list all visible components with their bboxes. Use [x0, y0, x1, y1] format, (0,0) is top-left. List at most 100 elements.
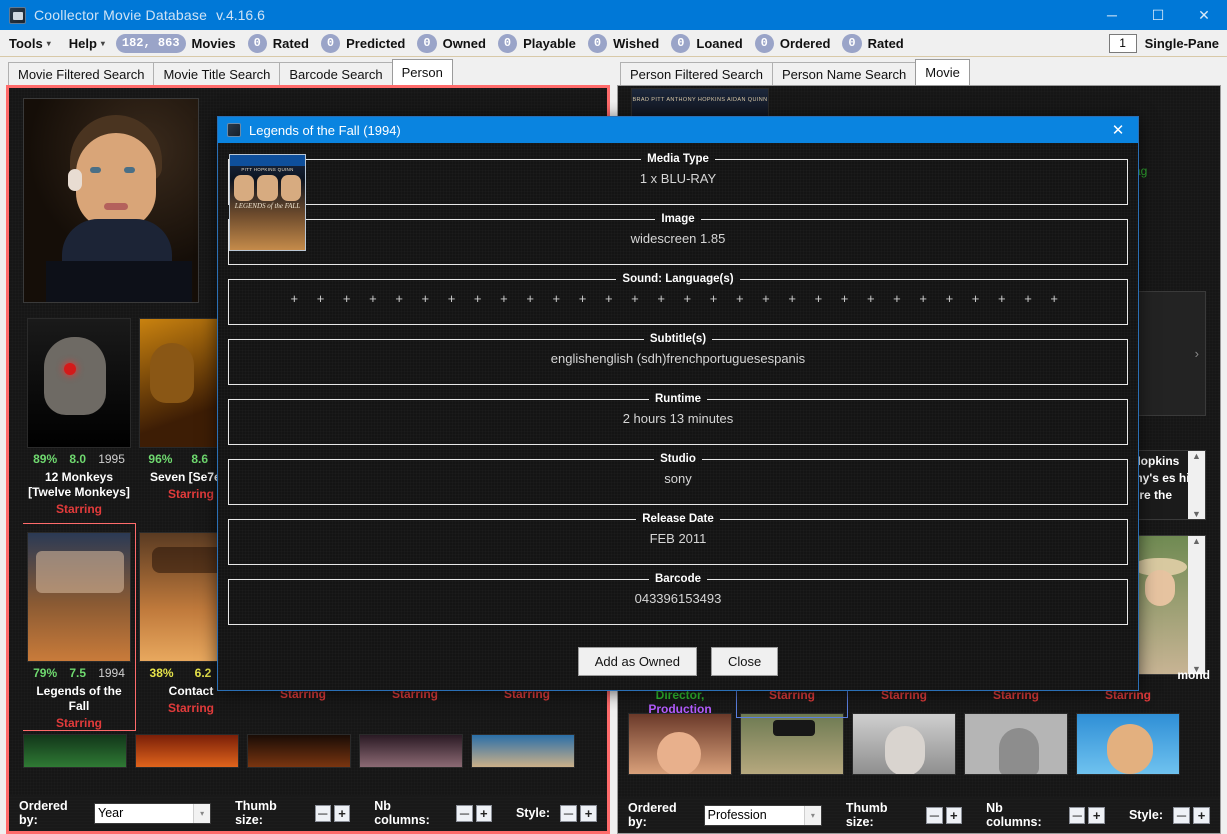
- left-ordered-by-select[interactable]: Year: [94, 802, 212, 824]
- tab-person[interactable]: Person: [391, 59, 453, 85]
- right-thumb-size-minus-button[interactable]: ─: [926, 806, 943, 824]
- right-person-scrollbar[interactable]: ▲ ▼: [1188, 536, 1205, 674]
- left-nb-columns-plus-button[interactable]: +: [475, 804, 492, 822]
- dialog-close-icon[interactable]: ✕: [1098, 117, 1138, 143]
- pane-count-input[interactable]: [1108, 33, 1137, 53]
- right-person-photo[interactable]: ▲ ▼: [1128, 535, 1206, 675]
- dialog-button-row: Add as Owned Close: [228, 647, 1128, 676]
- person-thumbnail[interactable]: [628, 713, 732, 775]
- counter-playable-4[interactable]: 0 Playable: [496, 30, 586, 56]
- left-thumb-size-plus-button[interactable]: +: [333, 804, 351, 822]
- tab-movie-title-search[interactable]: Movie Title Search: [153, 62, 281, 85]
- scroll-up-icon[interactable]: ▲: [1192, 451, 1201, 461]
- movie-role: Starring: [55, 716, 102, 730]
- minimize-icon[interactable]: ─: [1089, 0, 1135, 30]
- counter-predicted-2[interactable]: 0 Predicted: [319, 30, 415, 56]
- movie-poster[interactable]: [23, 734, 127, 768]
- left-ordered-by-select-wrap[interactable]: Year ▾: [94, 802, 212, 824]
- add-as-owned-button[interactable]: Add as Owned: [577, 647, 698, 676]
- left-tab-group: Movie Filtered Search Movie Title Search B…: [8, 57, 453, 85]
- counter-badge: 0: [754, 33, 774, 53]
- right-style-group: Style: ─ +: [1128, 806, 1210, 824]
- right-thumb-size-plus-button[interactable]: +: [945, 806, 963, 824]
- tab-person-filtered-search[interactable]: Person Filtered Search: [620, 62, 773, 85]
- right-style-minus-button[interactable]: ─: [1173, 806, 1190, 824]
- left-nb-columns-minus-button[interactable]: ─: [456, 804, 473, 822]
- movie-card[interactable]: 89% 8.0 1995 12 Monkeys [Twelve Monkeys] Sta…: [23, 310, 135, 516]
- person-thumbnail[interactable]: [964, 713, 1068, 775]
- tab-barcode-search[interactable]: Barcode Search: [279, 62, 393, 85]
- counter-label: Owned: [442, 35, 486, 51]
- right-style-label: Style:: [1128, 808, 1163, 822]
- field-barcode: Barcode 043396153493: [228, 573, 1128, 625]
- counter-rated-1[interactable]: 0 Rated: [246, 30, 319, 56]
- counter-movies-0[interactable]: 182, 863 Movies: [114, 30, 246, 56]
- synopsis-scrollbar[interactable]: ▲ ▼: [1188, 451, 1205, 519]
- right-nb-columns-minus-button[interactable]: ─: [1069, 806, 1086, 824]
- movie-percent: 79%: [33, 666, 58, 680]
- person-thumbnail[interactable]: [1076, 713, 1180, 775]
- counter-group: 182, 863 Movies 0 Rated 0 Predicted 0 Owned 0 Pla…: [114, 30, 914, 56]
- window-titlebar: Coollector Movie Database v.4.16.6 ─ ☐ ✕: [0, 0, 1227, 30]
- chevron-right-icon[interactable]: ›: [1195, 346, 1199, 361]
- tab-movie[interactable]: Movie: [915, 59, 970, 85]
- left-style-minus-button[interactable]: ─: [560, 804, 577, 822]
- right-ordered-by-select[interactable]: Profession: [703, 804, 822, 826]
- counter-label: Predicted: [346, 35, 406, 51]
- maximize-icon[interactable]: ☐: [1135, 0, 1181, 30]
- menu-tools[interactable]: Tools ▾: [0, 30, 60, 56]
- movie-poster: [27, 532, 131, 662]
- right-nb-columns-group: Nb columns: ─ +: [986, 801, 1105, 829]
- movie-poster[interactable]: [247, 734, 351, 768]
- menu-help-label: Help: [68, 35, 97, 51]
- counter-label: Movies: [191, 35, 236, 51]
- left-style-group: Style: ─ +: [515, 804, 597, 822]
- tab-movie-filtered-search[interactable]: Movie Filtered Search: [8, 62, 155, 85]
- right-orderbar: Ordered by: Profession ▾ Thumb size: ─ +…: [618, 797, 1220, 833]
- left-style-label: Style:: [515, 806, 550, 820]
- right-style-plus-button[interactable]: +: [1193, 806, 1210, 824]
- movie-poster[interactable]: [135, 734, 239, 768]
- movie-poster[interactable]: [471, 734, 575, 768]
- field-studio: Studio sony: [228, 453, 1128, 505]
- counter-owned-3[interactable]: 0 Owned: [415, 30, 496, 56]
- close-button[interactable]: Close: [711, 647, 779, 676]
- left-style-plus-button[interactable]: +: [580, 804, 597, 822]
- dialog-cover-art: PITT HOPKINS QUINN LEGENDS of the FALL: [229, 154, 306, 251]
- field-media-type: Media Type 1 x BLU-RAY: [228, 153, 1128, 205]
- app-icon: [9, 6, 26, 24]
- counter-ordered-7[interactable]: 0 Ordered: [753, 30, 841, 56]
- menubar: Tools ▾ Help ▾ 182, 863 Movies 0 Rated 0 Pred…: [0, 30, 1227, 57]
- dialog-app-icon: [227, 123, 241, 137]
- right-info-box: ›: [1128, 291, 1206, 416]
- counter-label: Ordered: [779, 35, 831, 51]
- movie-title: Legends of the Fall: [36, 684, 122, 713]
- person-thumbnail[interactable]: [852, 713, 956, 775]
- counter-label: Rated: [272, 35, 309, 51]
- scroll-up-icon[interactable]: ▲: [1192, 536, 1201, 546]
- right-nb-columns-plus-button[interactable]: +: [1088, 806, 1105, 824]
- counter-rated-8[interactable]: 0 Rated: [840, 30, 913, 56]
- person-photo[interactable]: [23, 98, 199, 303]
- movie-year: 1994: [98, 666, 125, 680]
- counter-loaned-6[interactable]: 0 Loaned: [669, 30, 752, 56]
- counter-label: Loaned: [696, 35, 743, 51]
- movie-card[interactable]: 79% 7.5 1994 Legends of the Fall Starring: [23, 523, 136, 731]
- counter-badge: 0: [671, 33, 691, 53]
- scroll-down-icon[interactable]: ▼: [1192, 509, 1201, 519]
- field-value: widescreen 1.85: [630, 231, 726, 246]
- menu-help[interactable]: Help ▾: [60, 30, 114, 56]
- movie-poster[interactable]: [359, 734, 463, 768]
- field-legend: Media Type: [647, 153, 709, 165]
- left-thumb-size-minus-button[interactable]: ─: [314, 804, 331, 822]
- person-thumbnail[interactable]: [740, 713, 844, 775]
- tab-person-name-search[interactable]: Person Name Search: [771, 62, 917, 85]
- right-ordered-by-select-wrap[interactable]: Profession ▾: [703, 804, 822, 826]
- close-icon[interactable]: ✕: [1181, 0, 1227, 30]
- field-value: 1 x BLU-RAY: [639, 171, 717, 186]
- right-thumb-size-label: Thumb size:: [845, 801, 888, 829]
- counter-wished-5[interactable]: 0 Wished: [586, 30, 669, 56]
- field-legend: Sound: Language(s): [622, 273, 734, 285]
- dialog-fields: Media Type 1 x BLU-RAY Image widescreen 1.8…: [228, 153, 1128, 625]
- pane-mode-label: Single-Pane: [1144, 35, 1219, 51]
